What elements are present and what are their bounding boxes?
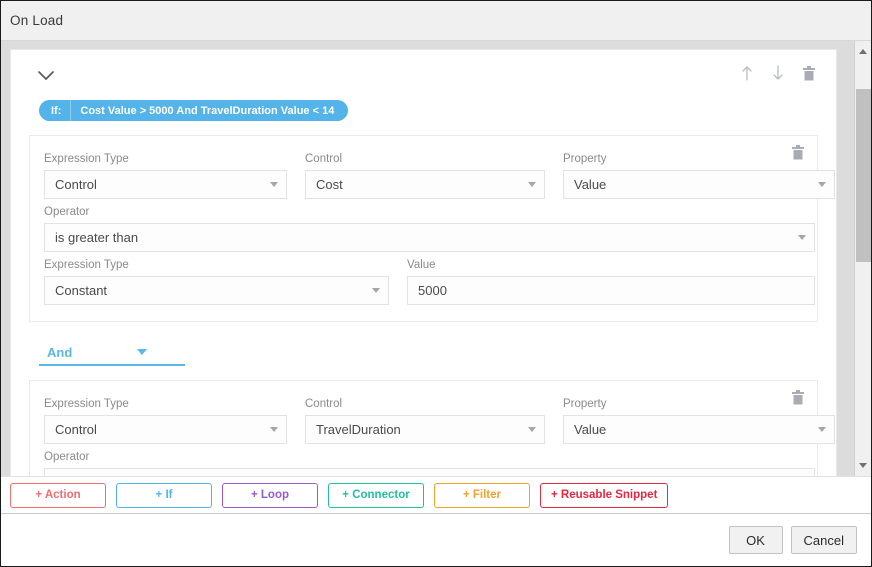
select-value: Constant: [55, 283, 108, 298]
select-value: Value: [574, 422, 607, 437]
field-label: Control: [305, 153, 343, 165]
if-condition-pill[interactable]: If: Cost Value > 5000 And TravelDuration…: [39, 100, 349, 121]
field-operand-expression-type-1: Expression Type Constant: [44, 258, 389, 305]
field-expression-type-1: Expression Type Control: [44, 152, 287, 199]
add-filter-button[interactable]: + Filter: [434, 482, 530, 508]
cancel-label: Cancel: [803, 532, 844, 548]
dialog-title: On Load: [10, 13, 64, 28]
trash-icon[interactable]: [791, 389, 805, 406]
trash-icon[interactable]: [791, 144, 805, 161]
add-reusable-snippet-button[interactable]: + Reusable Snippet: [540, 482, 669, 508]
field-expression-type-2: Expression Type Control: [44, 397, 287, 444]
chevron-down-icon: [372, 288, 380, 293]
chevron-down-icon: [528, 182, 536, 187]
cancel-button[interactable]: Cancel: [790, 526, 857, 554]
chevron-down-icon: [137, 349, 147, 355]
add-connector-label: + Connector: [342, 489, 410, 501]
scroll-up-arrow: [859, 49, 867, 54]
select-value: Control: [55, 177, 97, 192]
vertical-scrollbar[interactable]: [854, 41, 871, 476]
chevron-down-icon: [818, 427, 826, 432]
trash-icon[interactable]: [802, 65, 816, 82]
scroll-up-icon[interactable]: [855, 43, 871, 60]
add-connector-button[interactable]: + Connector: [328, 482, 424, 508]
field-label: Operator: [44, 451, 90, 463]
dialog-footer: OK Cancel: [1, 514, 871, 566]
if-pill-expression: Cost Value > 5000 And TravelDuration Val…: [80, 104, 335, 117]
property-select-1[interactable]: Value: [563, 170, 835, 199]
condition-group-1: Expression Type Control Control Cost Pro…: [29, 135, 835, 322]
field-operator-1: Operator is greater than: [44, 205, 815, 252]
add-if-label: + If: [155, 489, 173, 501]
select-value: is greater than: [55, 230, 139, 245]
arrow-up-icon[interactable]: [740, 64, 754, 82]
arrow-down-icon[interactable]: [771, 64, 785, 82]
input-value: 5000: [418, 283, 447, 298]
select-value: TravelDuration: [316, 422, 401, 437]
if-pill-key: If:: [39, 100, 72, 121]
on-load-dialog: On Load If: Cost Value > 5000 And Travel…: [0, 0, 872, 567]
expression-type-select-1[interactable]: Control: [44, 170, 287, 199]
field-operator-2: Operator: [44, 450, 815, 476]
chevron-down-icon: [270, 427, 278, 432]
condition-2-primary-row: Expression Type Control Control TravelDu…: [44, 397, 835, 444]
control-select-1[interactable]: Cost: [305, 170, 545, 199]
if-block-header: [29, 64, 818, 94]
select-value: Control: [55, 422, 97, 437]
control-select-2[interactable]: TravelDuration: [305, 415, 545, 444]
field-label: Expression Type: [44, 153, 129, 165]
chevron-down-icon: [528, 427, 536, 432]
chevron-down-icon[interactable]: [35, 66, 59, 88]
field-label: Operator: [44, 206, 90, 218]
scrollbar-track[interactable]: [855, 60, 871, 457]
field-label: Expression Type: [44, 259, 129, 271]
field-control-1: Control Cost: [305, 152, 545, 199]
condition-2-operator-row: Operator: [44, 450, 815, 476]
logic-connector-and[interactable]: And: [39, 340, 185, 366]
if-block-card: If: Cost Value > 5000 And TravelDuration…: [10, 49, 837, 476]
operand-expression-type-select-1[interactable]: Constant: [44, 276, 389, 305]
field-label: Control: [305, 398, 343, 410]
add-action-label: + Action: [35, 489, 81, 501]
add-if-button[interactable]: + If: [116, 482, 212, 508]
ok-label: OK: [746, 532, 765, 548]
logic-scroll-region: If: Cost Value > 5000 And TravelDuration…: [1, 41, 854, 476]
property-select-2[interactable]: Value: [563, 415, 835, 444]
operand-value-input-1[interactable]: 5000: [407, 276, 815, 305]
dialog-titlebar: On Load: [1, 1, 871, 41]
expression-type-select-2[interactable]: Control: [44, 415, 287, 444]
operator-select-1[interactable]: is greater than: [44, 223, 815, 252]
dialog-body: If: Cost Value > 5000 And TravelDuration…: [1, 41, 871, 476]
condition-1-operator-row: Operator is greater than: [44, 205, 815, 252]
scroll-down-arrow: [859, 463, 867, 468]
condition-1-operand-row: Expression Type Constant Value 5000: [44, 258, 815, 305]
add-loop-button[interactable]: + Loop: [222, 482, 318, 508]
scroll-down-icon[interactable]: [855, 457, 871, 474]
chevron-down-icon: [798, 235, 806, 240]
add-loop-label: + Loop: [250, 489, 289, 501]
chevron-down-icon: [270, 182, 278, 187]
logic-connector-label: And: [47, 344, 73, 360]
select-value: Value: [574, 177, 607, 192]
add-reusable-snippet-label: + Reusable Snippet: [551, 489, 658, 501]
field-control-2: Control TravelDuration: [305, 397, 545, 444]
field-label: Expression Type: [44, 398, 129, 410]
select-value: Cost: [316, 177, 343, 192]
condition-group-2: Expression Type Control Control TravelDu…: [29, 380, 835, 476]
condition-1-primary-row: Expression Type Control Control Cost Pro…: [44, 152, 835, 199]
chevron-down-icon: [818, 182, 826, 187]
if-block-actions: [740, 64, 816, 82]
field-label: Value: [407, 259, 436, 271]
field-operand-value-1: Value 5000: [407, 258, 815, 305]
add-action-button[interactable]: + Action: [10, 482, 106, 508]
add-element-toolbar: + Action + If + Loop + Connector + Filte…: [1, 476, 871, 514]
operator-select-2[interactable]: [44, 468, 815, 476]
add-filter-label: + Filter: [462, 489, 502, 501]
ok-button[interactable]: OK: [728, 526, 783, 554]
scrollbar-thumb[interactable]: [856, 89, 871, 262]
